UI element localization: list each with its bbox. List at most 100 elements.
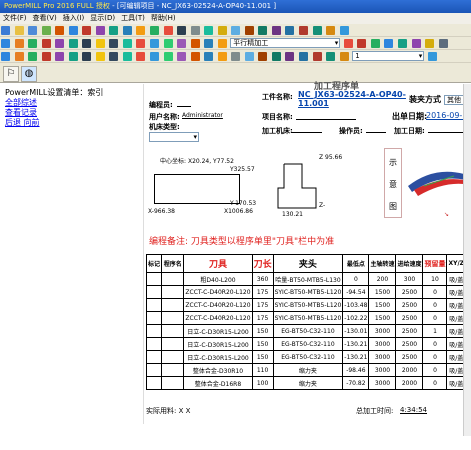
delete-icon[interactable] — [41, 39, 51, 48]
number-select[interactable]: 1 — [352, 51, 425, 61]
table-row[interactable]: ZCCT-C-D40R20-L120 175 SYIC-BT50-MTB5-L120… — [145, 298, 466, 312]
preview-icon[interactable] — [177, 39, 187, 48]
mirror-icon[interactable] — [398, 39, 408, 48]
rapid-icon[interactable] — [82, 26, 92, 35]
menu-display[interactable]: 显示(D) — [87, 13, 118, 24]
ruler-icon[interactable] — [190, 52, 200, 61]
layer-icon[interactable] — [312, 26, 322, 35]
folder-icon[interactable] — [95, 39, 105, 48]
next-view-icon[interactable] — [271, 52, 281, 61]
view-top-icon[interactable] — [1, 52, 10, 61]
grid-icon[interactable] — [109, 39, 119, 48]
toolpath-icon[interactable] — [150, 26, 160, 35]
view-front-icon[interactable] — [14, 52, 24, 61]
link-history[interactable]: 查看记录 — [5, 108, 140, 118]
stock-icon[interactable] — [190, 39, 200, 48]
sync-icon[interactable] — [204, 26, 214, 35]
vertical-scrollbar[interactable] — [463, 84, 471, 436]
check-icon[interactable] — [370, 39, 380, 48]
link-icon[interactable] — [150, 39, 160, 48]
refresh-icon[interactable] — [150, 52, 160, 61]
table-row[interactable]: 粗D40-L200 360 哈量-BT50-MTB5-L130 0 200 300 10 吸/… — [145, 272, 466, 286]
options-icon[interactable] — [427, 52, 437, 61]
table-row[interactable]: 整体合金-D30R10 110 缩力夹 -98.46 3000 2000 0 吸/盖 — [145, 363, 466, 377]
menu-view[interactable]: 查看(V) — [30, 13, 60, 24]
arrow-icon[interactable] — [357, 39, 367, 48]
table-row[interactable]: ZCCT-C-D40R20-L120 175 SYIC-BT50-MTB5-L120… — [145, 311, 466, 325]
spin-icon[interactable] — [299, 52, 309, 61]
simulate-icon[interactable] — [163, 39, 173, 48]
view-icon[interactable] — [231, 26, 241, 35]
info-icon[interactable] — [271, 26, 281, 35]
paste-icon[interactable] — [68, 39, 78, 48]
gear-icon[interactable] — [190, 26, 200, 35]
wizard-icon[interactable] — [41, 26, 51, 35]
level-icon[interactable] — [217, 39, 227, 48]
axis-icon[interactable] — [244, 52, 254, 61]
block-icon[interactable] — [55, 26, 65, 35]
new-icon[interactable] — [1, 26, 10, 35]
zoom-out-icon[interactable] — [82, 52, 92, 61]
nc-icon[interactable] — [177, 26, 187, 35]
snap-icon[interactable] — [425, 39, 435, 48]
clip-icon[interactable] — [312, 52, 322, 61]
collision-icon[interactable] — [326, 26, 336, 35]
calc-icon[interactable] — [258, 26, 268, 35]
table-row[interactable]: 日立-C-D30R15-L200 150 EG-BT50-C32-110 -130.2… — [145, 337, 466, 351]
lights-icon[interactable] — [177, 52, 187, 61]
rotate-icon[interactable] — [122, 39, 132, 48]
home-view-icon[interactable] — [285, 52, 295, 61]
list-icon[interactable] — [82, 39, 92, 48]
view-side-icon[interactable] — [28, 52, 38, 61]
workplane-icon[interactable] — [204, 39, 214, 48]
copy-icon[interactable] — [55, 39, 65, 48]
programmer-field[interactable] — [177, 106, 191, 107]
tool-icon[interactable] — [68, 26, 78, 35]
zoom-icon[interactable] — [285, 26, 295, 35]
table-row[interactable]: 日立-C-D30R15-L200 150 EG-BT50-C32-110 -130.0… — [145, 324, 466, 338]
prev-view-icon[interactable] — [258, 52, 268, 61]
feed-icon[interactable] — [95, 26, 105, 35]
machine-field[interactable] — [292, 132, 322, 133]
shade-icon[interactable] — [339, 26, 349, 35]
layers-view-icon[interactable] — [231, 52, 241, 61]
zoom-fit-icon[interactable] — [55, 52, 65, 61]
table-row[interactable]: ZCCT-C-D40R20-L120 175 SYIC-BT50-MTB5-L120… — [145, 285, 466, 299]
pan-icon[interactable] — [95, 52, 105, 61]
cursor-icon[interactable] — [438, 39, 448, 48]
project-field[interactable] — [296, 119, 356, 120]
section-icon[interactable] — [163, 52, 173, 61]
measure-icon[interactable] — [244, 26, 254, 35]
machine-type-select[interactable] — [149, 132, 199, 142]
pencil-icon[interactable] — [343, 39, 353, 48]
table-row[interactable]: 日立-C-D30R15-L200 150 EG-BT50-C32-110 -130.2… — [145, 350, 466, 364]
boundary-icon[interactable] — [122, 26, 132, 35]
globe-tab-icon[interactable]: ◍ — [21, 66, 37, 82]
save-icon[interactable] — [28, 26, 38, 35]
stop-icon[interactable] — [136, 39, 146, 48]
link-summary[interactable]: 全部综述 — [5, 98, 140, 108]
finishing-icon[interactable] — [28, 39, 38, 48]
menu-tools[interactable]: 工具(T) — [118, 13, 148, 24]
table-row[interactable]: 整体合金-D16R8 100 缩力夹 -70.82 3000 2000 0 吸/盖 — [145, 376, 466, 390]
leads-icon[interactable] — [109, 26, 119, 35]
render-icon[interactable] — [326, 52, 336, 61]
verify-icon[interactable] — [163, 26, 173, 35]
link-back-forward[interactable]: 后退 向前 — [5, 118, 140, 128]
shaded-icon[interactable] — [122, 52, 132, 61]
edit-icon[interactable] — [217, 26, 227, 35]
menu-file[interactable]: 文件(F) — [0, 13, 30, 24]
zoom-in-icon[interactable] — [68, 52, 78, 61]
explorer-tab-icon[interactable]: ⚐ — [3, 66, 19, 82]
cut-icon[interactable] — [299, 26, 309, 35]
toggle-icon[interactable] — [384, 39, 394, 48]
open-icon[interactable] — [14, 26, 24, 35]
align-icon[interactable] — [411, 39, 421, 48]
view-iso-icon[interactable] — [41, 52, 51, 61]
pattern-icon[interactable] — [136, 26, 146, 35]
select-icon[interactable] — [339, 52, 349, 61]
roughing-icon[interactable] — [14, 39, 24, 48]
toolpath-strategy-icon[interactable] — [1, 39, 10, 48]
strategy-select[interactable]: 平行精加工 — [230, 38, 341, 48]
proc-date-field[interactable] — [428, 132, 468, 133]
